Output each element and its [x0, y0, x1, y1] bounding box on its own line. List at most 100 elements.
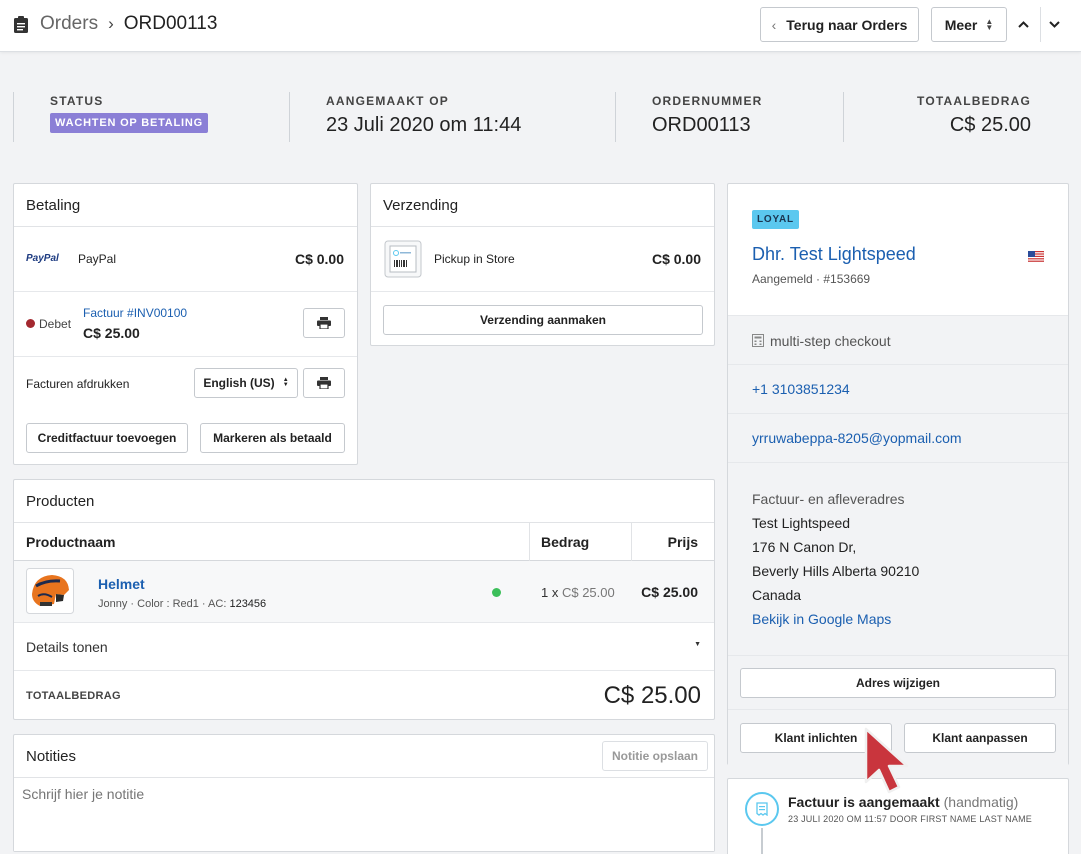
shipping-card: Verzending Pickup in Store C$ 0.00 Verze…	[370, 183, 715, 346]
debet-dot-icon	[26, 319, 35, 328]
checkout-type-row: multi-step checkout	[728, 315, 1068, 365]
status-label: STATUS	[50, 94, 104, 108]
timeline-title-suffix: (handmatig)	[943, 794, 1019, 810]
created-value: 23 Juli 2020 om 11:44	[326, 114, 522, 136]
address-label: Factuur- en afleveradres	[752, 491, 905, 507]
product-price: C$ 25.00	[641, 584, 698, 600]
product-sku: 123456	[229, 598, 267, 610]
payment-card: Betaling PayPal PayPal C$ 0.00 Debet Fac…	[13, 183, 358, 465]
product-quantity: 1 x C$ 25.00	[541, 585, 615, 600]
clipboard-icon	[14, 15, 28, 33]
created-stat: AANGEMAAKT OP 23 Juli 2020 om 11:44	[326, 94, 521, 142]
language-select-value: English (US)	[203, 376, 275, 390]
status-badge: WACHTEN OP BETALING	[50, 113, 209, 133]
invoice-link[interactable]: Factuur #INV00100	[83, 306, 187, 320]
loyal-badge: LOYAL	[752, 210, 799, 229]
add-credit-invoice-button[interactable]: Creditfactuur toevoegen	[26, 423, 188, 453]
address-line: 176 N Canon Dr,	[752, 539, 857, 555]
stock-status-dot-icon	[492, 588, 501, 597]
product-meta: Jonny · Color : Red1 · AC: 123456	[98, 598, 266, 610]
shipping-amount: C$ 0.00	[651, 251, 701, 267]
shipping-method-row: Pickup in Store C$ 0.00	[371, 227, 714, 292]
language-select[interactable]: English (US) ▲ ▼	[194, 368, 298, 398]
order-number-value: ORD00113	[652, 114, 751, 136]
sort-arrows-icon: ▲ ▼	[282, 377, 289, 388]
customer-phone-link[interactable]: +1 3103851234	[752, 381, 850, 397]
timeline-title: Factuur is aangemaakt	[788, 794, 940, 810]
table-row: Helmet Jonny · Color : Red1 · AC: 123456…	[14, 561, 714, 623]
product-qty: 1 x	[541, 585, 559, 600]
print-invoices-label: Facturen afdrukken	[26, 377, 130, 391]
payment-row-debet: Debet Factuur #INV00100 C$ 25.00	[14, 292, 357, 357]
page-title: ORD00113	[123, 13, 218, 34]
products-total-row: TOTAALBEDRAG C$ 25.00	[14, 671, 714, 721]
change-address-button[interactable]: Adres wijzigen	[740, 668, 1056, 698]
column-divider	[529, 523, 530, 561]
payment-row-paypal: PayPal PayPal C$ 0.00	[14, 227, 357, 292]
column-header-price: Prijs	[667, 534, 698, 550]
printer-icon	[317, 377, 331, 389]
divider	[615, 92, 616, 142]
customer-card: LOYAL Dhr. Test Lightspeed Aangemeld · #…	[727, 183, 1069, 766]
created-label: AANGEMAAKT OP	[326, 94, 449, 108]
product-unit-price: C$ 25.00	[561, 585, 615, 600]
divider	[13, 92, 14, 142]
mouse-cursor-icon	[864, 727, 909, 794]
customer-name-link[interactable]: Dhr. Test Lightspeed	[752, 244, 916, 265]
address-section: Factuur- en afleveradres Test Lightspeed…	[728, 463, 1068, 656]
sort-arrows-icon: ▲ ▼	[985, 16, 994, 32]
back-to-orders-button[interactable]: ‹ Terug naar Orders	[760, 7, 919, 42]
create-shipment-button[interactable]: Verzending aanmaken	[383, 305, 703, 335]
divider	[843, 92, 844, 142]
paypal-logo: PayPal	[26, 253, 59, 264]
order-number-stat: ORDERNUMMER ORD00113	[652, 94, 763, 142]
edit-customer-button[interactable]: Klant aanpassen	[904, 723, 1056, 753]
save-note-button[interactable]: Notitie opslaan	[602, 741, 708, 771]
total-stat: TOTAALBEDRAG C$ 25.00	[917, 94, 1031, 142]
change-address-row: Adres wijzigen	[728, 656, 1068, 710]
customer-subtitle: Aangemeld · #153669	[752, 272, 871, 286]
details-toggle[interactable]: Details tonen ▼	[14, 623, 714, 671]
chevron-down-icon	[1049, 21, 1060, 28]
calculator-icon	[752, 334, 764, 347]
receipt-icon	[756, 802, 768, 816]
column-divider	[631, 523, 632, 561]
top-bar: Orders › ORD00113 ‹ Terug naar Orders Me…	[0, 0, 1081, 52]
products-title: Producten	[14, 480, 714, 523]
shipping-title: Verzending	[371, 184, 714, 227]
notes-card: Notities Notitie opslaan	[13, 734, 715, 852]
paypal-amount: C$ 0.00	[294, 251, 344, 267]
products-table-header: Productnaam Bedrag Prijs	[14, 523, 714, 561]
chevron-up-icon	[1017, 21, 1029, 28]
product-variant: Jonny · Color : Red1 · AC:	[98, 598, 227, 610]
back-to-orders-label: Terug naar Orders	[786, 16, 908, 33]
checkout-type: multi-step checkout	[770, 333, 891, 349]
invoice-amount: C$ 25.00	[83, 325, 140, 341]
next-order-button[interactable]	[1040, 7, 1068, 42]
helmet-product-image	[26, 568, 74, 614]
product-name-link[interactable]: Helmet	[98, 576, 145, 592]
note-textarea[interactable]	[14, 778, 714, 851]
more-button[interactable]: Meer ▲ ▼	[931, 7, 1007, 42]
products-total-label: TOTAALBEDRAG	[26, 690, 121, 702]
previous-order-button[interactable]	[1011, 7, 1035, 42]
print-invoices-row: Facturen afdrukken English (US) ▲ ▼	[14, 357, 357, 412]
print-invoice-button[interactable]	[303, 308, 345, 338]
breadcrumb-orders-link[interactable]: Orders	[40, 13, 98, 35]
order-number-label: ORDERNUMMER	[652, 94, 763, 108]
column-header-product-name: Productnaam	[26, 534, 116, 550]
google-maps-link[interactable]: Bekijk in Google Maps	[752, 611, 891, 627]
timeline-line	[761, 828, 763, 854]
shipping-method: Pickup in Store	[434, 252, 515, 266]
payment-title: Betaling	[14, 184, 357, 227]
debet-label: Debet	[39, 317, 72, 331]
total-label: TOTAALBEDRAG	[917, 94, 1031, 108]
customer-email-link[interactable]: yrruwabeppa-8205@yopmail.com	[752, 430, 962, 446]
mark-as-paid-button[interactable]: Markeren als betaald	[200, 423, 345, 453]
timeline-event-title: Factuur is aangemaakt (handmatig)	[788, 794, 1018, 810]
chevron-left-icon: ‹	[771, 16, 777, 33]
us-flag-icon	[1028, 251, 1044, 262]
printer-icon	[317, 317, 331, 329]
address-line: Beverly Hills Alberta 90210	[752, 563, 920, 579]
print-invoices-button[interactable]	[303, 368, 345, 398]
